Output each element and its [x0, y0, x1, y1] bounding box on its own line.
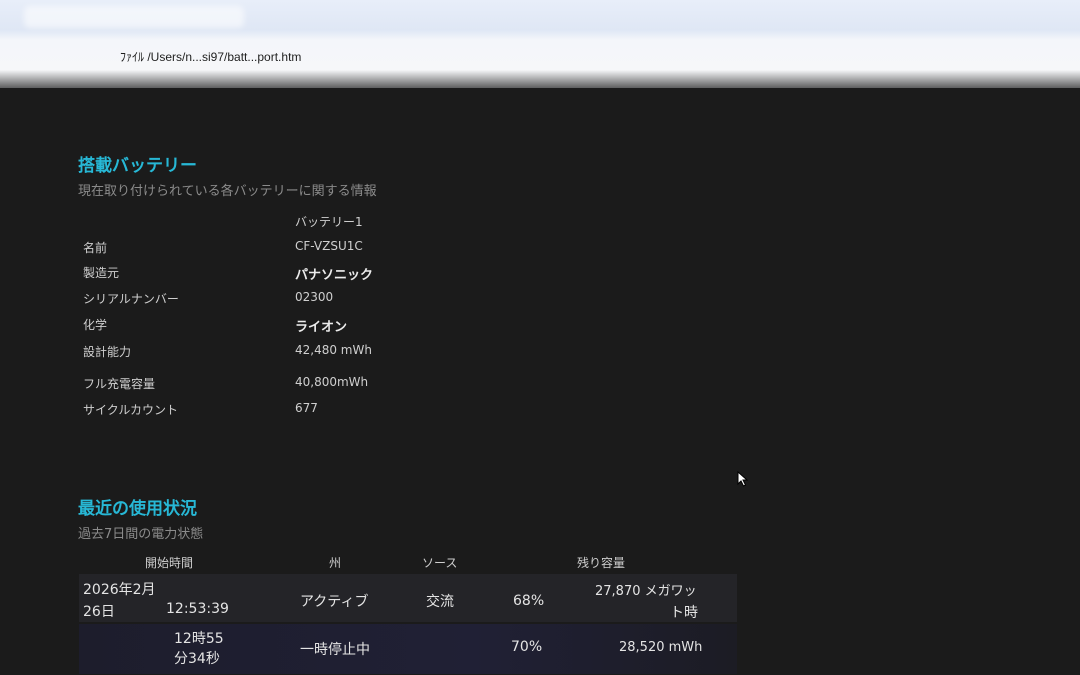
capacity-cell: 28,520 mWh	[619, 640, 703, 655]
battery-column-header: バッテリー1	[295, 215, 363, 229]
table-row: 2026年2月 26日 12:53:39 アクティブ 交流 68% 27,870…	[79, 574, 737, 622]
info-value: 677	[295, 401, 318, 415]
installed-batteries-subtitle: 現在取り付けられている各バッテリーに関する情報	[78, 184, 377, 199]
info-label: フル充電容量	[83, 377, 156, 391]
start-time-line2: 分34秒	[174, 651, 220, 667]
state-cell: 一時停止中	[300, 642, 370, 658]
info-label: 設計能力	[83, 345, 132, 359]
percent-cell: 70%	[511, 639, 543, 655]
info-label: サイクルカウント	[83, 403, 179, 417]
source-cell: 交流	[426, 594, 454, 610]
recent-usage-subtitle: 過去7日間の電力状態	[78, 527, 204, 542]
info-label: 製造元	[83, 266, 120, 280]
table-row: 12時55 分34秒 一時停止中 70% 28,520 mWh	[79, 624, 737, 674]
column-header-start: 開始時間	[145, 556, 194, 570]
info-value: パナソニック	[295, 268, 374, 283]
info-label: シリアルナンバー	[83, 292, 179, 306]
info-value: ライオン	[295, 320, 348, 335]
percent-cell: 68%	[513, 593, 545, 609]
start-date-line1: 2026年2月	[83, 582, 156, 598]
start-time: 12:53:39	[166, 601, 229, 617]
start-date-line2: 26日	[83, 604, 115, 620]
info-label: 化学	[83, 318, 108, 332]
recent-usage-header: 最近の使用状況 過去7日間の電力状態	[78, 494, 203, 542]
browser-tab[interactable]	[24, 6, 244, 28]
column-header-source: ソース	[422, 556, 458, 570]
column-header-state: 州	[329, 556, 342, 570]
address-bar[interactable]: ﾌｧｲﾙ /Users/n...si97/batt...port.htm	[120, 48, 301, 65]
info-label: 名前	[83, 241, 108, 255]
mouse-cursor-icon	[737, 470, 749, 491]
capacity-cell-line1: 27,870 メガワッ	[595, 584, 697, 599]
column-header-remaining: 残り容量	[577, 556, 626, 570]
installed-batteries-header: 搭載バッテリー 現在取り付けられている各バッテリーに関する情報	[78, 151, 377, 199]
info-value: 02300	[295, 290, 334, 304]
installed-batteries-title: 搭載バッテリー	[78, 156, 197, 176]
capacity-cell-line2: ト時	[670, 605, 698, 621]
browser-chrome: ﾌｧｲﾙ /Users/n...si97/batt...port.htm	[0, 0, 1080, 88]
recent-usage-title: 最近の使用状況	[78, 499, 197, 519]
info-value: CF-VZSU1C	[295, 239, 363, 253]
info-value: 40,800mWh	[295, 375, 369, 389]
state-cell: アクティブ	[300, 594, 369, 610]
start-time-line1: 12時55	[174, 631, 224, 647]
info-value: 42,480 mWh	[295, 343, 372, 357]
